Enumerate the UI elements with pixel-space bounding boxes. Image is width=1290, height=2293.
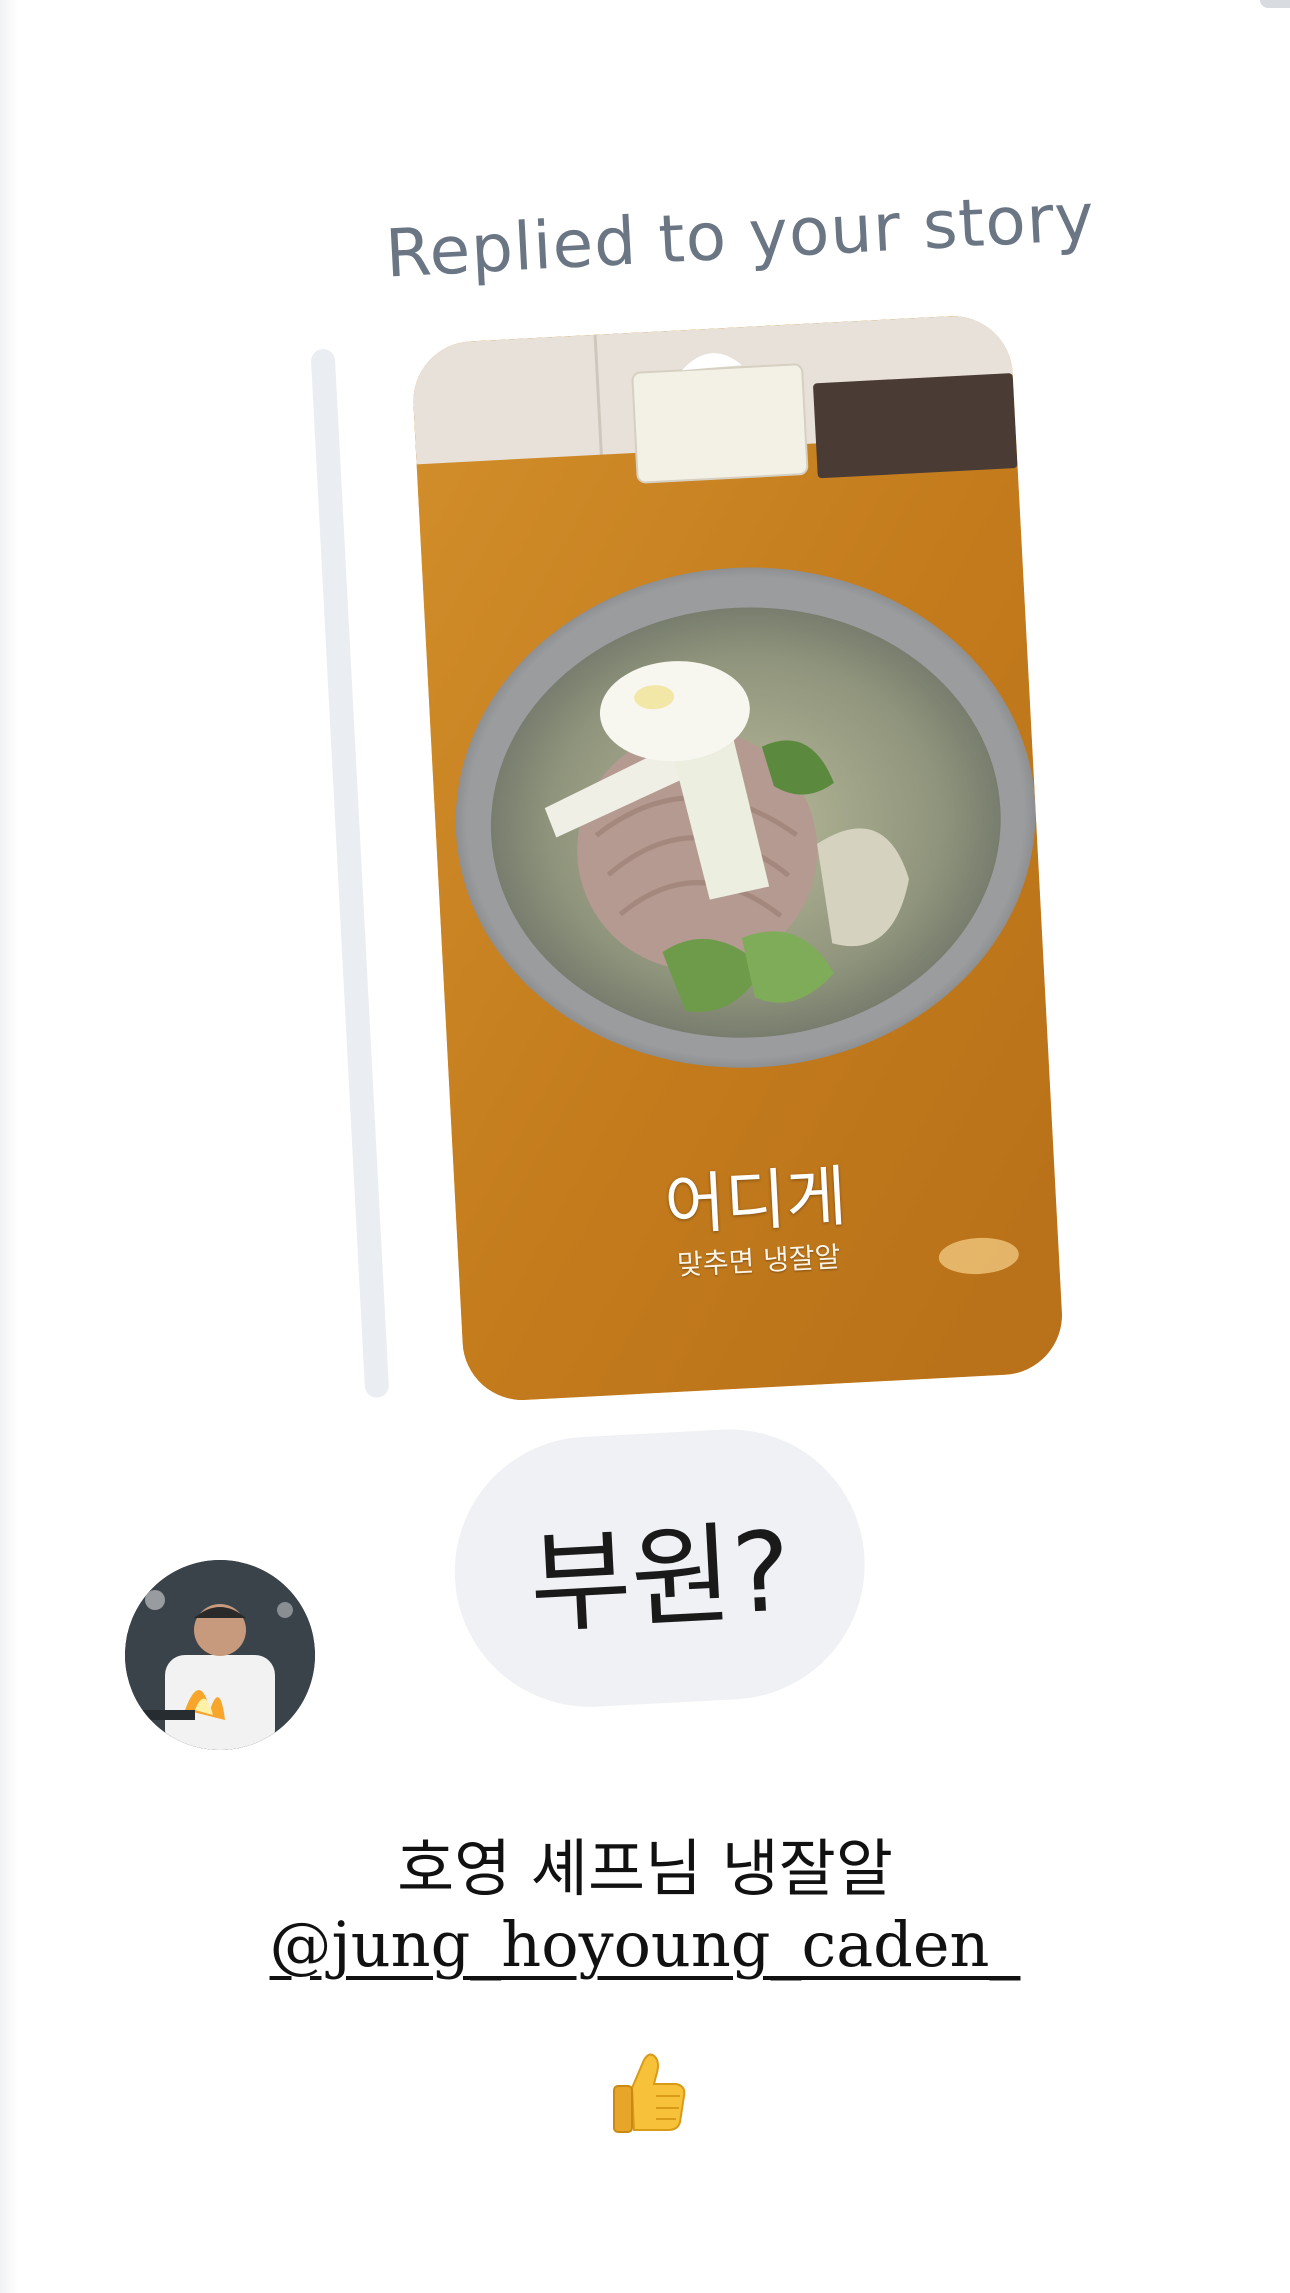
message-text: 부원? bbox=[526, 1507, 794, 1649]
utensil-box bbox=[813, 373, 1018, 479]
quote-bar bbox=[310, 348, 390, 1399]
caption-mention-line: @jung_hoyoung_caden_ bbox=[0, 1908, 1290, 1981]
thumbs-up-icon bbox=[610, 2050, 686, 2134]
sender-avatar[interactable] bbox=[125, 1560, 315, 1750]
story-thumbnail[interactable]: 어디게 맞추면 냉잘알 bbox=[410, 313, 1065, 1404]
tissue-box bbox=[631, 363, 809, 484]
caption-text: 호영 셰프님 냉잘알 bbox=[397, 1832, 893, 1905]
corner-indicator bbox=[1260, 0, 1290, 8]
story-share-canvas: Replied to your story 어디게 맞추면 냉잘알 부원? 호영… bbox=[0, 0, 1290, 2293]
story-reply-card: Replied to your story 어디게 맞추면 냉잘알 부원? bbox=[300, 107, 1202, 1728]
reply-header: Replied to your story bbox=[383, 178, 1097, 293]
mention-link[interactable]: @jung_hoyoung_caden_ bbox=[270, 1908, 1021, 1981]
chef-flame-avatar-icon bbox=[125, 1560, 315, 1750]
message-bubble[interactable]: 부원? bbox=[447, 1422, 872, 1714]
